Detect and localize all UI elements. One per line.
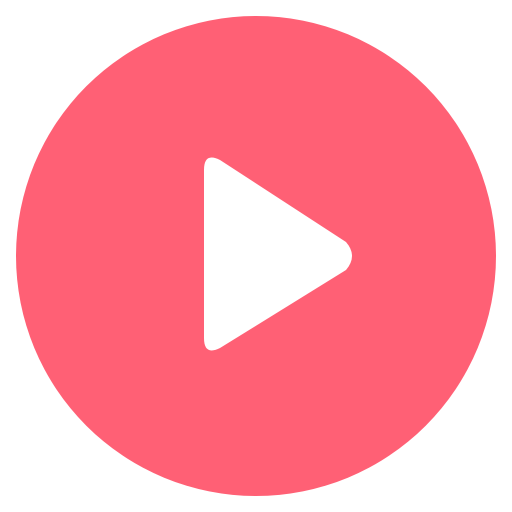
- canvas: [0, 0, 512, 512]
- play-button[interactable]: [0, 0, 512, 512]
